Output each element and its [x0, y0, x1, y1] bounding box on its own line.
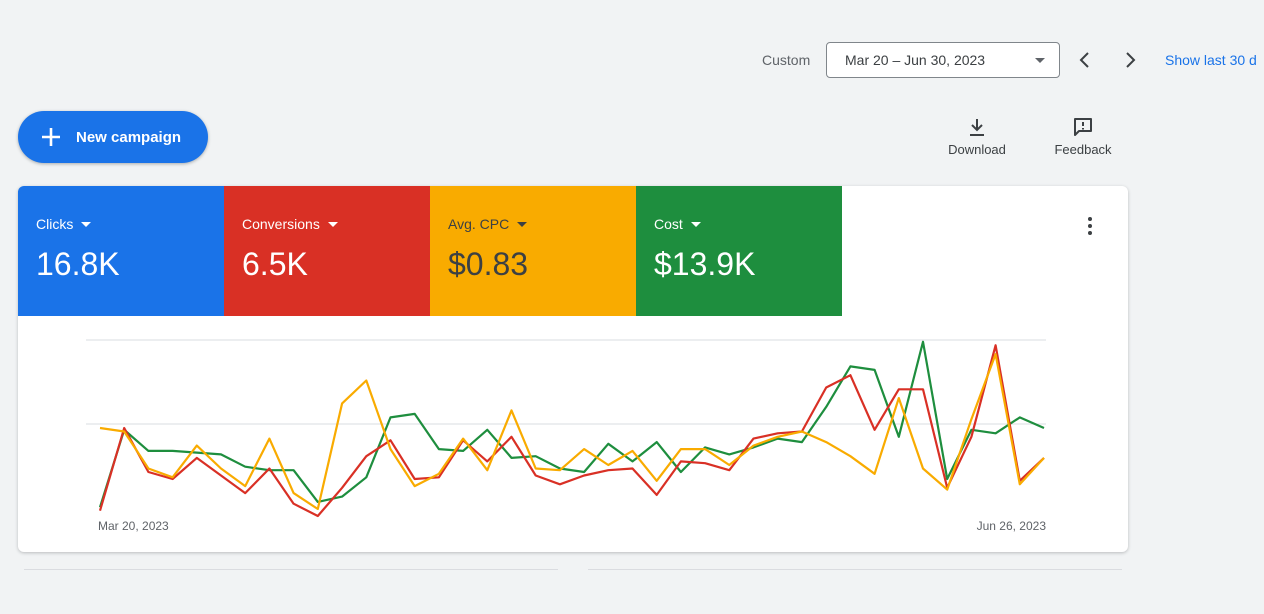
chart-series	[98, 340, 1045, 518]
metric-value: $0.83	[448, 246, 529, 282]
x-axis-start-label: Mar 20, 2023	[98, 519, 169, 533]
chart-grid	[86, 339, 1046, 425]
metric-tile-conversions[interactable]: Conversions 6.5K	[224, 186, 430, 316]
series-line-1	[98, 344, 1045, 518]
metric-tile-cost[interactable]: Cost $13.9K	[636, 186, 842, 316]
dropdown-caret-icon	[690, 221, 701, 227]
metric-value: 6.5K	[242, 246, 308, 282]
dropdown-caret-icon	[81, 221, 92, 227]
chevron-right-icon[interactable]	[1120, 50, 1140, 70]
dropdown-caret-icon	[327, 221, 338, 227]
metric-tile-clicks[interactable]: Clicks 16.8K	[18, 186, 224, 316]
date-range-value: Mar 20 – Jun 30, 2023	[845, 52, 986, 68]
performance-card: Clicks 16.8K Conversions 6.5K Avg. CPC $…	[18, 186, 1128, 552]
x-axis-end-label: Jun 26, 2023	[977, 519, 1047, 533]
series-line-2	[99, 352, 1045, 511]
metric-label: Conversions	[242, 216, 320, 232]
metric-value: $13.9K	[654, 246, 756, 282]
chevron-left-icon[interactable]	[1075, 50, 1095, 70]
section-divider	[24, 569, 558, 570]
metric-tile-avg-cpc[interactable]: Avg. CPC $0.83	[430, 186, 636, 316]
new-campaign-label: New campaign	[76, 128, 182, 146]
dropdown-caret-icon	[1035, 57, 1045, 63]
date-range-selector[interactable]: Mar 20 – Jun 30, 2023	[826, 42, 1060, 78]
plus-icon	[42, 128, 60, 146]
metric-label: Avg. CPC	[448, 216, 510, 232]
custom-label: Custom	[762, 52, 811, 68]
metric-value: 16.8K	[36, 246, 120, 282]
performance-line-chart: Mar 20, 2023 Jun 26, 2023	[86, 339, 1047, 533]
metric-label: Clicks	[36, 216, 74, 232]
feedback-icon	[1074, 118, 1092, 136]
download-label: Download	[948, 142, 1006, 157]
feedback-button[interactable]: Feedback	[1046, 116, 1120, 157]
download-icon	[970, 119, 984, 136]
feedback-label: Feedback	[1054, 142, 1112, 157]
more-vert-icon[interactable]	[1080, 214, 1100, 238]
new-campaign-button[interactable]: New campaign	[18, 111, 208, 163]
show-last-link[interactable]: Show last 30 d	[1165, 52, 1257, 68]
section-divider	[588, 569, 1122, 570]
dropdown-caret-icon	[517, 221, 528, 227]
metric-label: Cost	[654, 216, 683, 232]
download-button[interactable]: Download	[940, 116, 1014, 157]
